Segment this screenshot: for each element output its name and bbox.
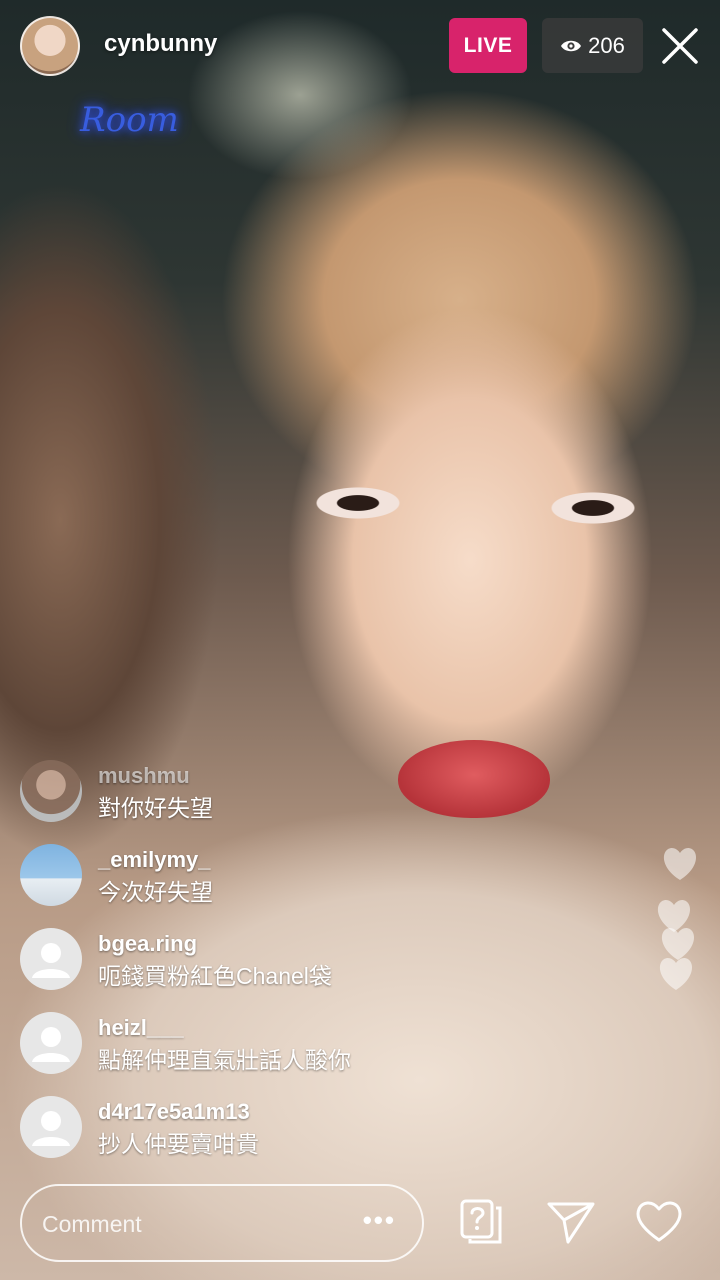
viewer-count-pill[interactable]: 206	[542, 18, 643, 73]
commenter-avatar[interactable]	[20, 844, 82, 906]
comment-message: 對你好失望	[98, 795, 213, 821]
comment-username[interactable]: heizl___	[98, 1014, 351, 1042]
lips-shape	[398, 740, 550, 818]
default-avatar-icon[interactable]	[20, 928, 82, 990]
viewer-count: 206	[588, 32, 625, 58]
eye-icon	[561, 40, 582, 51]
default-avatar-icon[interactable]	[20, 1096, 82, 1158]
send-icon[interactable]	[546, 1196, 596, 1246]
live-badge: LIVE	[449, 18, 527, 73]
comment-message: 抄人仲要賣咁貴	[98, 1131, 259, 1157]
host-username[interactable]: cynbunny	[104, 30, 217, 58]
comment-item[interactable]: _emilymy_ 今次好失望	[20, 844, 213, 908]
right-eye-shape	[545, 490, 641, 526]
comment-username[interactable]: _emilymy_	[98, 846, 213, 874]
live-video-background: Room cynbunny LIVE 206 mushmu 對你好失望 _emi…	[0, 0, 720, 1280]
comment-item[interactable]: mushmu 對你好失望	[20, 760, 213, 824]
more-options-button[interactable]: •••	[363, 1207, 396, 1233]
host-avatar[interactable]	[20, 16, 80, 76]
comment-box[interactable]: •••	[20, 1184, 424, 1262]
comment-message: 今次好失望	[98, 879, 213, 905]
heart-icon[interactable]	[634, 1196, 684, 1246]
comment-input[interactable]	[40, 1186, 344, 1262]
comment-username[interactable]: bgea.ring	[98, 930, 332, 958]
comment-username[interactable]: mushmu	[98, 762, 213, 790]
comment-username[interactable]: d4r17e5a1m13	[98, 1098, 259, 1126]
close-icon[interactable]	[660, 26, 700, 66]
left-eye-shape	[310, 485, 406, 521]
comment-item[interactable]: bgea.ring 呃錢買粉紅色Chanel袋	[20, 928, 332, 992]
comment-item[interactable]: heizl___ 點解仲理直氣壯話人酸你	[20, 1012, 351, 1076]
comment-message: 呃錢買粉紅色Chanel袋	[98, 963, 332, 989]
question-card-icon[interactable]	[456, 1196, 506, 1246]
floating-hearts	[657, 848, 697, 990]
default-avatar-icon[interactable]	[20, 1012, 82, 1074]
neon-sign: Room	[80, 100, 179, 140]
comment-item[interactable]: d4r17e5a1m13 抄人仲要賣咁貴	[20, 1096, 259, 1160]
comment-message: 點解仲理直氣壯話人酸你	[98, 1047, 351, 1073]
commenter-avatar[interactable]	[20, 760, 82, 822]
